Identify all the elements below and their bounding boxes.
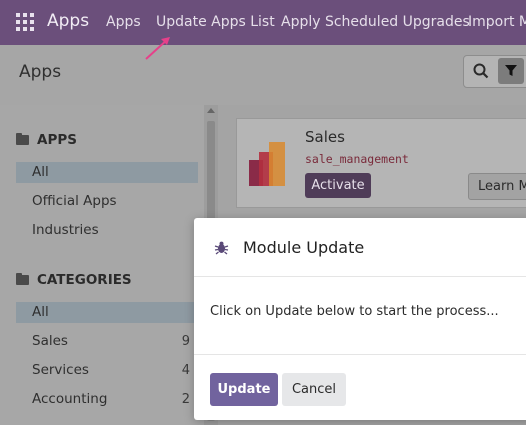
apps-grid-icon[interactable] bbox=[16, 13, 34, 31]
sidebar: APPS All Official Apps Industries CATEGO… bbox=[0, 105, 218, 425]
category-label: Accounting bbox=[32, 391, 108, 407]
filter-icon bbox=[505, 65, 517, 76]
category-item-all[interactable]: All bbox=[16, 302, 198, 323]
top-navbar: Apps Apps Update Apps List Apply Schedul… bbox=[0, 0, 526, 45]
learn-more-button[interactable]: Learn More bbox=[468, 173, 526, 200]
category-label: All bbox=[32, 304, 49, 320]
dialog-footer-divider bbox=[194, 354, 526, 355]
app-technical-name: sale_management bbox=[305, 152, 409, 166]
apps-section-label: APPS bbox=[37, 132, 77, 148]
navbar-app-name[interactable]: Apps bbox=[47, 11, 89, 31]
category-count: 9 bbox=[181, 334, 190, 349]
folder-icon bbox=[16, 273, 29, 285]
filter-toggle-button[interactable] bbox=[498, 58, 524, 84]
category-label: Services bbox=[32, 362, 89, 378]
sidebar-item-official-apps[interactable]: Official Apps bbox=[16, 191, 198, 212]
control-panel: Apps bbox=[0, 45, 526, 105]
sidebar-item-label: All bbox=[32, 164, 49, 180]
category-item-accounting[interactable]: Accounting 2 bbox=[16, 389, 198, 410]
annotation-arrow-icon bbox=[145, 37, 170, 60]
category-count: 2 bbox=[181, 392, 190, 407]
folder-icon bbox=[16, 133, 29, 145]
cancel-button[interactable]: Cancel bbox=[282, 373, 346, 406]
nav-item-apps[interactable]: Apps bbox=[106, 14, 141, 30]
category-item-sales[interactable]: Sales 9 bbox=[16, 331, 198, 352]
update-button[interactable]: Update bbox=[210, 373, 278, 406]
page-title: Apps bbox=[19, 62, 62, 82]
scroll-up-icon[interactable] bbox=[207, 108, 215, 113]
sidebar-item-all-apps[interactable]: All bbox=[16, 162, 198, 183]
nav-item-apply-scheduled-upgrades[interactable]: Apply Scheduled Upgrades bbox=[281, 14, 470, 30]
dialog-message: Click on Update below to start the proce… bbox=[210, 304, 499, 319]
sidebar-item-label: Official Apps bbox=[32, 193, 117, 209]
activate-button[interactable]: Activate bbox=[305, 173, 371, 198]
category-item-services[interactable]: Services 4 bbox=[16, 360, 198, 381]
sidebar-item-industries[interactable]: Industries bbox=[16, 220, 198, 241]
nav-item-update-apps-list[interactable]: Update Apps List bbox=[156, 14, 275, 30]
search-icon[interactable] bbox=[473, 63, 489, 79]
dialog-title: Module Update bbox=[243, 238, 365, 257]
category-count: 4 bbox=[181, 363, 190, 378]
categories-section-header: CATEGORIES bbox=[16, 272, 132, 288]
categories-section-label: CATEGORIES bbox=[37, 272, 132, 288]
sales-app-icon bbox=[249, 142, 285, 186]
bug-icon bbox=[214, 241, 229, 255]
apps-section-header: APPS bbox=[16, 132, 77, 148]
dialog-header: Module Update bbox=[194, 218, 526, 277]
sidebar-item-label: Industries bbox=[32, 222, 99, 238]
app-name: Sales bbox=[305, 128, 345, 146]
nav-item-import-module[interactable]: Import Module bbox=[468, 14, 526, 30]
category-label: Sales bbox=[32, 333, 68, 349]
module-update-dialog: Module Update Click on Update below to s… bbox=[194, 218, 526, 420]
